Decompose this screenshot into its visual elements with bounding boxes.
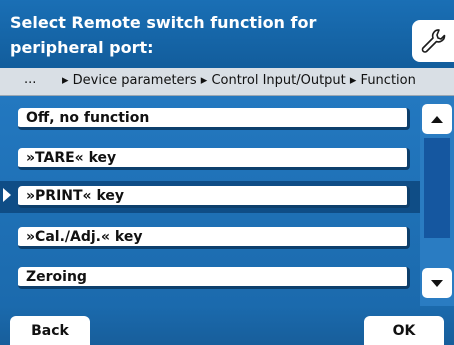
list-item-off-no-function[interactable]: Off, no function (18, 108, 410, 130)
settings-tool-button[interactable] (412, 20, 454, 62)
list-item-label: »TARE« key (26, 149, 117, 166)
list-item-print-key[interactable]: »PRINT« key (18, 186, 410, 208)
list-item-label: »PRINT« key (26, 187, 125, 204)
ok-button[interactable]: OK (364, 316, 444, 345)
breadcrumb-path: ▸ Device parameters ▸ Control Input/Outp… (62, 73, 416, 88)
wrench-icon (421, 29, 446, 53)
scroll-down-button[interactable] (422, 268, 452, 298)
scroll-thumb[interactable] (424, 138, 450, 238)
back-button-label: Back (31, 322, 69, 339)
breadcrumb: ... ▸ Device parameters ▸ Control Input/… (0, 68, 454, 96)
breadcrumb-ellipsis[interactable]: ... (24, 72, 36, 87)
list-item-label: »Cal./Adj.« key (26, 228, 143, 245)
page-title: Select Remote switch function for periph… (10, 13, 317, 57)
list-item-cal-adj-key[interactable]: »Cal./Adj.« key (18, 227, 410, 249)
selection-arrow-icon (3, 188, 11, 202)
back-button[interactable]: Back (10, 316, 90, 345)
list-item-label: Zeroing (26, 268, 87, 285)
ok-button-label: OK (392, 322, 416, 339)
scroll-up-button[interactable] (422, 104, 452, 134)
header-bar: Select Remote switch function for periph… (0, 0, 454, 68)
arrow-down-icon (431, 279, 443, 287)
list-item-tare-key[interactable]: »TARE« key (18, 148, 410, 170)
arrow-up-icon (431, 115, 443, 123)
list-item-zeroing[interactable]: Zeroing (18, 267, 410, 289)
list-item-label: Off, no function (26, 109, 150, 126)
